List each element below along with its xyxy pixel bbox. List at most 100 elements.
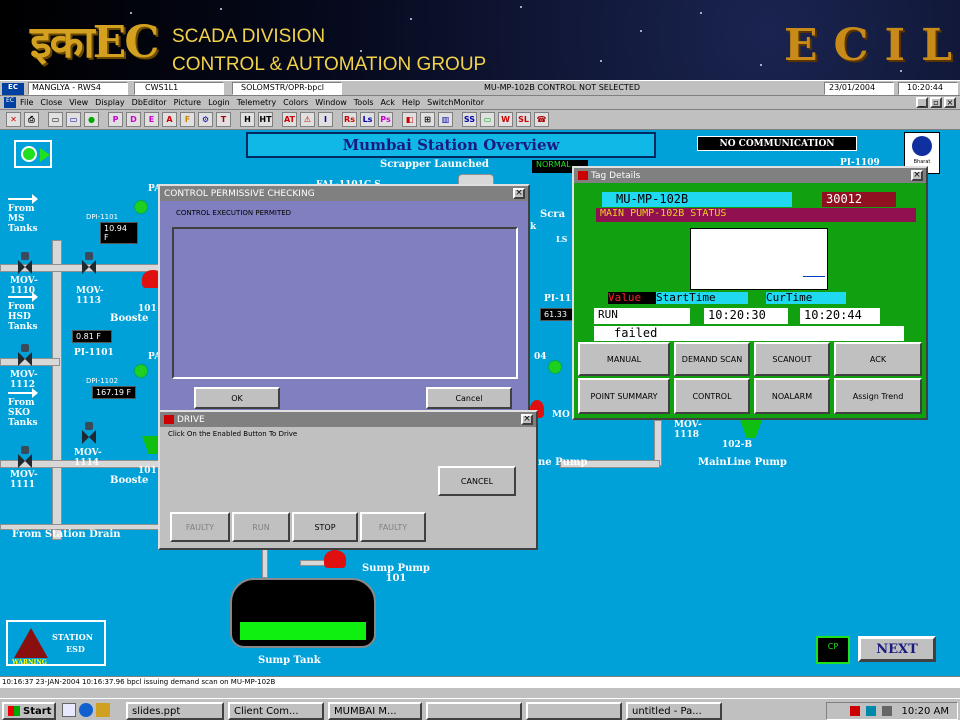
- run-button[interactable]: RUN: [232, 512, 290, 542]
- mov-1110-icon[interactable]: [18, 252, 32, 274]
- menu-tools[interactable]: Tools: [354, 98, 374, 107]
- mainline-pump-102b-icon[interactable]: [740, 420, 762, 438]
- banner-title-line1: SCADA DIVISION: [172, 26, 326, 47]
- toolbar-p-icon[interactable]: P: [108, 112, 123, 127]
- control-indicator[interactable]: [14, 140, 52, 168]
- outlook-icon[interactable]: [96, 703, 110, 717]
- pi-1101-value: 0.81 F: [72, 330, 112, 343]
- faulty-button-1[interactable]: FAULTY: [170, 512, 230, 542]
- ok-button[interactable]: OK: [194, 387, 280, 409]
- start-button[interactable]: Start: [2, 702, 56, 720]
- mov-1111-icon[interactable]: [18, 446, 32, 468]
- menu-help[interactable]: Help: [402, 98, 420, 107]
- toolbar-report-icon[interactable]: ◧: [402, 112, 417, 127]
- toolbar-window-icon[interactable]: ▭: [66, 112, 81, 127]
- next-button[interactable]: NEXT: [858, 636, 936, 662]
- toolbar-w-icon[interactable]: W: [498, 112, 513, 127]
- sump-tank: [230, 578, 376, 648]
- task-paint[interactable]: untitled - Pa...: [626, 702, 722, 720]
- dpi-1102-label: DPI-1102: [86, 377, 119, 385]
- task-item-4[interactable]: [426, 702, 522, 720]
- control-button[interactable]: CONTROL: [674, 378, 750, 414]
- menu-display[interactable]: Display: [95, 98, 125, 107]
- close-icon[interactable]: ×: [944, 97, 956, 108]
- control-permissive-message: CONTROL EXECUTION PERMITED: [176, 209, 292, 217]
- window-controls: _ ▫ ×: [916, 97, 956, 108]
- no-communication-badge: NO COMMUNICATION: [697, 136, 857, 151]
- scanout-button[interactable]: SCANOUT: [754, 342, 830, 376]
- menu-close[interactable]: Close: [40, 98, 62, 107]
- task-client-com[interactable]: Client Com...: [228, 702, 324, 720]
- cp-button[interactable]: CP: [816, 636, 850, 664]
- task-slides[interactable]: slides.ppt: [126, 702, 224, 720]
- tray-volume-icon[interactable]: [881, 706, 892, 716]
- sump-pump-label: Sump Pump 101: [362, 563, 430, 584]
- toolbar-info-icon[interactable]: I: [318, 112, 333, 127]
- assign-trend-button[interactable]: Assign Trend: [834, 378, 922, 414]
- drive-message: Click On the Enabled Button To Drive: [168, 430, 298, 438]
- toolbar-trend-icon[interactable]: T: [216, 112, 231, 127]
- manual-button[interactable]: MANUAL: [578, 342, 670, 376]
- toolbar-settings-icon[interactable]: ⚙: [198, 112, 213, 127]
- drive-cancel-button[interactable]: CANCEL: [438, 466, 516, 496]
- tray-network-icon[interactable]: [865, 706, 876, 716]
- menu-file[interactable]: File: [20, 98, 33, 107]
- menu-switchmonitor[interactable]: SwitchMonitor: [427, 98, 484, 107]
- minimize-icon[interactable]: _: [916, 97, 928, 108]
- toolbar-grid-icon[interactable]: ⊞: [420, 112, 435, 127]
- control-permissive-content: [172, 227, 518, 379]
- toolbar-warning-icon[interactable]: ⚠: [300, 112, 315, 127]
- mov-1114-icon[interactable]: [82, 422, 96, 444]
- close-icon[interactable]: ×: [911, 170, 923, 181]
- task-item-5[interactable]: [526, 702, 622, 720]
- point-summary-button[interactable]: POINT SUMMARY: [578, 378, 670, 414]
- tray-alert-icon[interactable]: [849, 706, 860, 716]
- demand-scan-button[interactable]: DEMAND SCAN: [674, 342, 750, 376]
- toolbar-exit-icon[interactable]: ✕: [6, 112, 21, 127]
- browser-icon[interactable]: [79, 703, 93, 717]
- toolbar-sl-icon[interactable]: SL: [516, 112, 531, 127]
- menu-window[interactable]: Window: [315, 98, 347, 107]
- menu-view[interactable]: View: [69, 98, 88, 107]
- toolbar-e-icon[interactable]: E: [144, 112, 159, 127]
- task-mumbai[interactable]: MUMBAI M...: [328, 702, 422, 720]
- toolbar-ls-icon[interactable]: Ls: [360, 112, 375, 127]
- toolbar-panel-icon[interactable]: ▭: [480, 112, 495, 127]
- close-icon[interactable]: ×: [513, 188, 525, 199]
- desktop-icon[interactable]: [62, 703, 76, 717]
- cancel-button[interactable]: Cancel: [426, 387, 512, 409]
- station-esd-button[interactable]: STATION ESD WARNING: [6, 620, 106, 666]
- mov-1112-icon[interactable]: [18, 344, 32, 366]
- ack-button[interactable]: ACK: [834, 342, 922, 376]
- toolbar-rs-icon[interactable]: Rs: [342, 112, 357, 127]
- toolbar-ps-icon[interactable]: Ps: [378, 112, 393, 127]
- toolbar-display-icon[interactable]: ▭: [48, 112, 63, 127]
- toolbar-print-icon[interactable]: ⎙: [24, 112, 39, 127]
- toolbar-alarm-icon[interactable]: ●: [84, 112, 99, 127]
- restore-icon[interactable]: ▫: [930, 97, 942, 108]
- toolbar-ht-icon[interactable]: HT: [258, 112, 273, 127]
- toolbar-a-icon[interactable]: A: [162, 112, 177, 127]
- toolbar-h-icon[interactable]: H: [240, 112, 255, 127]
- stop-button[interactable]: STOP: [292, 512, 358, 542]
- toolbar-table-icon[interactable]: ▥: [438, 112, 453, 127]
- close-icon[interactable]: ×: [521, 414, 533, 425]
- menu-colors[interactable]: Colors: [283, 98, 308, 107]
- control-permissive-titlebar: CONTROL PERMISSIVE CHECKING ×: [160, 186, 528, 201]
- menu-dbeditor[interactable]: DbEditor: [132, 98, 167, 107]
- toolbar-ss-icon[interactable]: SS: [462, 112, 477, 127]
- toolbar-d-icon[interactable]: D: [126, 112, 141, 127]
- noalarm-button[interactable]: NOALARM: [754, 378, 830, 414]
- menu-ack[interactable]: Ack: [381, 98, 395, 107]
- faulty-button-2[interactable]: FAULTY: [360, 512, 426, 542]
- toolbar-at-icon[interactable]: AT: [282, 112, 297, 127]
- menu-picture[interactable]: Picture: [174, 98, 202, 107]
- toolbar-phone-icon[interactable]: ☎: [534, 112, 549, 127]
- mov-1113-icon[interactable]: [82, 252, 96, 274]
- pi-1101-label: PI-1101: [74, 348, 114, 358]
- toolbar-f-icon[interactable]: F: [180, 112, 195, 127]
- sump-pump-icon[interactable]: [324, 550, 346, 568]
- menu-login[interactable]: Login: [208, 98, 230, 107]
- presentation-banner: इकाEC SCADA DIVISION CONTROL & AUTOMATIO…: [0, 0, 960, 80]
- menu-telemetry[interactable]: Telemetry: [237, 98, 276, 107]
